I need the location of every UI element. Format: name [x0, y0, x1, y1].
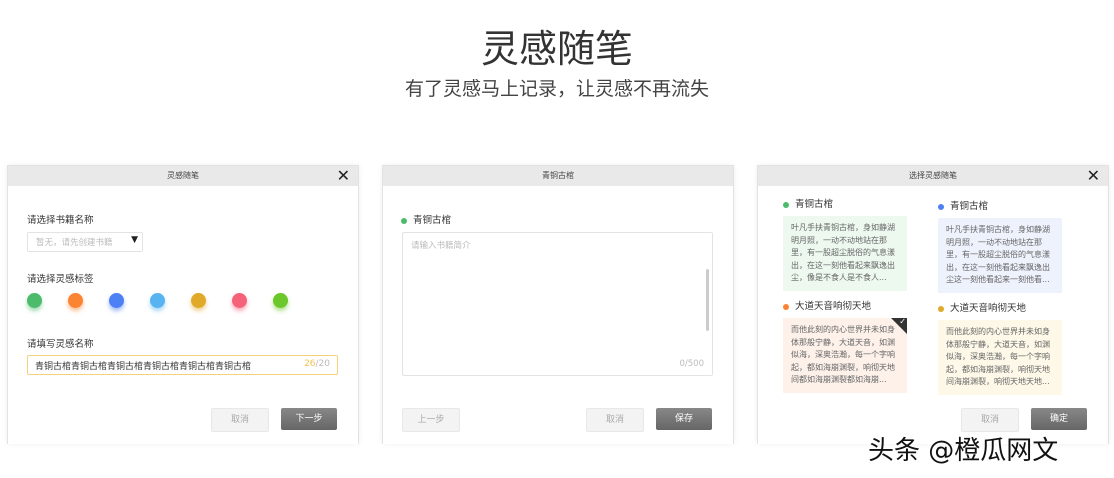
dialog-titlebar: 青铜古棺 — [383, 166, 733, 186]
tag-color-option[interactable] — [191, 293, 206, 308]
card-text: 而他此刻的内心世界并未如身体那般宁静，大道天音，如渊似海，深奥浩瀚，每一个字响起… — [946, 327, 1050, 386]
dialog-titlebar: 灵感随笔 ✕ — [8, 166, 358, 186]
card-title-text: 青铜古棺 — [950, 201, 989, 212]
book-name: 青铜古棺 — [401, 212, 451, 226]
char-count-current: 26 — [304, 359, 316, 369]
inspiration-card[interactable]: 而他此刻的内心世界并未如身体那般宁静，大道天音，如渊似海，深奥浩瀚，每一个字响起… — [938, 320, 1062, 395]
cancel-button[interactable]: 取消 — [961, 408, 1019, 432]
book-intro-dialog: 青铜古棺 青铜古棺 请输入书籍简介 0/500 上一步 取消 保存 — [382, 165, 734, 444]
cancel-button[interactable]: 取消 — [211, 408, 269, 432]
inspiration-card[interactable]: 叶凡手扶青铜古棺，身如静湖明月照，一动不动地站在那里，有一股超尘脱俗的气息漾出，… — [783, 216, 907, 291]
tag-color-option[interactable] — [68, 293, 83, 308]
inspiration-card[interactable]: 叶凡手扶青铜古棺，身如静湖明月照，一动不动地站在那里，有一股超尘脱俗的气息漾出，… — [938, 218, 1062, 293]
book-label: 请选择书籍名称 — [27, 215, 94, 226]
tag-color-option[interactable] — [273, 293, 288, 308]
card-title: 青铜古棺 — [938, 198, 988, 212]
close-icon[interactable]: ✕ — [1087, 166, 1100, 186]
watermark: 头条 @橙瓜网文 — [868, 436, 1059, 466]
card-title: 青铜古棺 — [783, 196, 833, 210]
dialog-title: 选择灵感随笔 — [909, 171, 957, 180]
card-text: 叶凡手扶青铜古棺，身如静湖明月照，一动不动地站在那里，有一股超尘脱俗的气息漾出，… — [791, 223, 895, 282]
intro-textarea[interactable]: 请输入书籍简介 0/500 — [402, 232, 713, 376]
tag-dot — [938, 203, 944, 210]
book-select-placeholder: 暂无，请先创建书籍 — [36, 238, 113, 248]
inspiration-card[interactable]: 而他此刻的内心世界并未如身体那般宁静，大道天音，如渊似海，深奥浩瀚，每一个字响起… — [783, 317, 907, 393]
create-inspiration-dialog: 灵感随笔 ✕ 请选择书籍名称 暂无，请先创建书籍 ▼ 请选择灵感标签 请填写灵感名… — [7, 165, 359, 444]
select-inspiration-dialog: 选择灵感随笔 ✕ 青铜古棺叶凡手扶青铜古棺，身如静湖明月照，一动不动地站在那里，有… — [757, 165, 1109, 444]
card-title-text: 大道天音响彻天地 — [950, 303, 1027, 314]
card-text: 而他此刻的内心世界并未如身体那般宁静，大道天音，如渊似海，深奥浩瀚，每一个字响起… — [791, 325, 895, 384]
dialog-title: 青铜古棺 — [542, 171, 574, 180]
name-label: 请填写灵感名称 — [27, 339, 94, 350]
card-title: 大道天音响彻天地 — [938, 300, 1026, 314]
tag-color-option[interactable] — [232, 293, 247, 308]
intro-placeholder: 请输入书籍简介 — [411, 241, 471, 251]
tag-dot — [783, 201, 789, 208]
book-name-text: 青铜古棺 — [413, 215, 452, 226]
dialog-title: 灵感随笔 — [167, 171, 199, 180]
chevron-down-icon: ▼ — [131, 235, 138, 245]
checkmark-glyph: ✓ — [899, 317, 906, 326]
close-icon[interactable]: ✕ — [337, 166, 350, 186]
tag-label: 请选择灵感标签 — [27, 274, 94, 285]
char-count-max: /20 — [315, 359, 330, 369]
page-title: 灵感随笔 — [480, 27, 633, 71]
card-title-text: 青铜古棺 — [795, 199, 834, 210]
page-subtitle: 有了灵感马上记录，让灵感不再流失 — [404, 78, 709, 100]
tag-color-option[interactable] — [109, 293, 124, 308]
save-button[interactable]: 保存 — [656, 408, 712, 430]
char-counter: 0/500 — [679, 359, 705, 369]
book-select[interactable]: 暂无，请先创建书籍 ▼ — [27, 232, 143, 252]
card-text: 叶凡手扶青铜古棺，身如静湖明月照，一动不动地站在那里，有一股超尘脱俗的气息漾出，… — [946, 225, 1050, 284]
cancel-button[interactable]: 取消 — [586, 408, 644, 432]
tag-color-option[interactable] — [27, 293, 42, 308]
prev-button[interactable]: 上一步 — [402, 408, 460, 432]
tag-dot — [938, 305, 944, 312]
card-title-text: 大道天音响彻天地 — [795, 301, 872, 312]
tag-dot — [401, 217, 407, 224]
name-input-value: 青铜古棺青铜古棺青铜古棺青铜古棺青铜古棺青铜古棺 — [35, 362, 252, 372]
name-input[interactable]: 青铜古棺青铜古棺青铜古棺青铜古棺青铜古棺青铜古棺 26/20 — [27, 355, 338, 375]
confirm-button[interactable]: 确定 — [1031, 408, 1087, 430]
scrollbar[interactable] — [706, 269, 709, 331]
card-title: 大道天音响彻天地 — [783, 298, 871, 312]
tag-dot — [783, 303, 789, 310]
next-button[interactable]: 下一步 — [281, 408, 337, 430]
dialog-titlebar: 选择灵感随笔 ✕ — [758, 166, 1108, 186]
tag-color-option[interactable] — [150, 293, 165, 308]
